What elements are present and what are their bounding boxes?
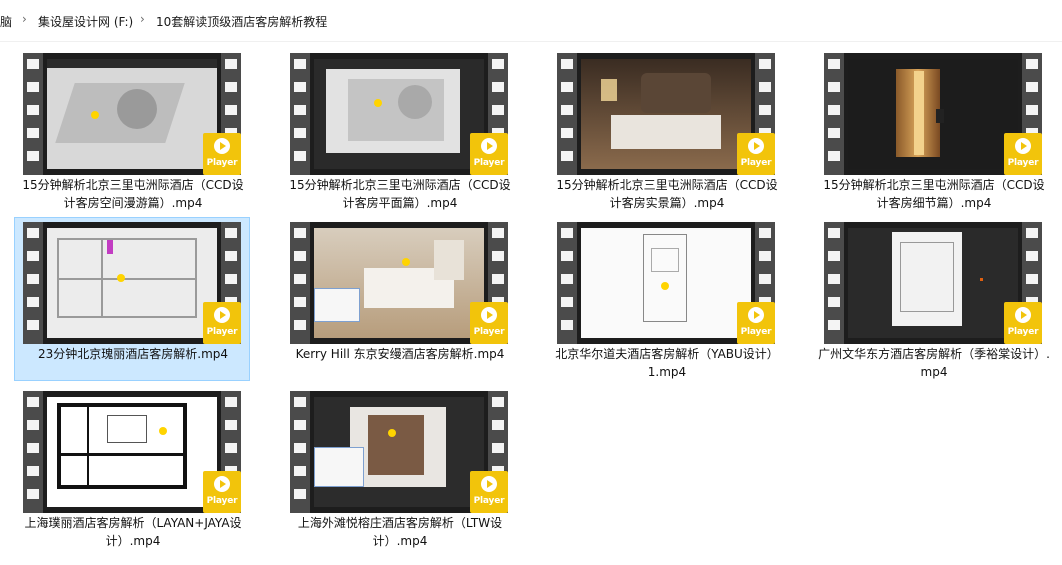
file-name: 23分钟北京瑰丽酒店客房解析.mp4 [37, 347, 229, 361]
play-icon [748, 138, 764, 154]
play-icon [1015, 138, 1031, 154]
breadcrumb-item-pc[interactable]: 脑 [0, 13, 12, 30]
play-icon [214, 307, 230, 323]
file-tile[interactable]: Player 15分钟解析北京三里屯洲际酒店（CCD设计客房实景篇）.mp4 [548, 48, 784, 212]
video-thumbnail: Player [23, 391, 241, 513]
video-thumbnail: Player [557, 222, 775, 344]
file-tile[interactable]: Player Kerry Hill 东京安缦酒店客房解析.mp4 [281, 217, 517, 381]
file-name: 北京华尔道夫酒店客房解析（YABU设计）1.mp4 [555, 347, 779, 379]
file-tile[interactable]: Player 北京华尔道夫酒店客房解析（YABU设计）1.mp4 [548, 217, 784, 381]
file-name: 上海外滩悦榕庄酒店客房解析（LTW设计）.mp4 [297, 516, 503, 548]
video-thumbnail: Player [290, 222, 508, 344]
play-icon [1015, 307, 1031, 323]
file-tile[interactable]: Player 上海璞丽酒店客房解析（LAYAN+JAYA设计）.mp4 [14, 386, 250, 550]
player-badge: Player [470, 302, 508, 344]
player-badge: Player [203, 302, 241, 344]
file-tile[interactable]: Player 广州文华东方酒店客房解析（季裕棠设计）.mp4 [815, 217, 1051, 381]
file-name: 上海璞丽酒店客房解析（LAYAN+JAYA设计）.mp4 [24, 516, 242, 548]
video-thumbnail: Player [23, 53, 241, 175]
player-badge: Player [1004, 302, 1042, 344]
player-badge: Player [203, 471, 241, 513]
play-icon [481, 476, 497, 492]
chevron-right-icon[interactable]: › [22, 12, 27, 26]
file-tile[interactable]: Player 15分钟解析北京三里屯洲际酒店（CCD设计客房空间漫游篇）.mp4 [14, 48, 250, 212]
play-icon [481, 138, 497, 154]
video-thumbnail: Player [290, 53, 508, 175]
file-tile[interactable]: Player 15分钟解析北京三里屯洲际酒店（CCD设计客房平面篇）.mp4 [281, 48, 517, 212]
player-badge: Player [470, 471, 508, 513]
play-icon [214, 138, 230, 154]
play-icon [481, 307, 497, 323]
player-badge: Player [1004, 133, 1042, 175]
player-badge: Player [470, 133, 508, 175]
video-thumbnail: Player [824, 222, 1042, 344]
file-tile[interactable]: Player 上海外滩悦榕庄酒店客房解析（LTW设计）.mp4 [281, 386, 517, 550]
play-icon [748, 307, 764, 323]
file-name: Kerry Hill 东京安缦酒店客房解析.mp4 [295, 347, 505, 361]
file-name: 15分钟解析北京三里屯洲际酒店（CCD设计客房平面篇）.mp4 [289, 178, 511, 210]
file-tile[interactable]: Player 23分钟北京瑰丽酒店客房解析.mp4 [14, 217, 250, 381]
file-grid: Player 15分钟解析北京三里屯洲际酒店（CCD设计客房空间漫游篇）.mp4… [0, 42, 1062, 565]
video-thumbnail: Player [824, 53, 1042, 175]
file-name: 15分钟解析北京三里屯洲际酒店（CCD设计客房空间漫游篇）.mp4 [22, 178, 244, 210]
video-thumbnail: Player [290, 391, 508, 513]
address-bar: 脑 › 集设屋设计网 (F:) › 10套解读顶级酒店客房解析教程 [0, 0, 1062, 42]
player-badge: Player [203, 133, 241, 175]
video-thumbnail: Player [557, 53, 775, 175]
player-badge: Player [737, 302, 775, 344]
player-badge: Player [737, 133, 775, 175]
breadcrumb-item-drive[interactable]: 集设屋设计网 (F:) [38, 13, 133, 30]
file-name: 15分钟解析北京三里屯洲际酒店（CCD设计客房实景篇）.mp4 [556, 178, 778, 210]
file-tile[interactable]: Player 15分钟解析北京三里屯洲际酒店（CCD设计客房细节篇）.mp4 [815, 48, 1051, 212]
play-icon [214, 476, 230, 492]
breadcrumb-item-folder[interactable]: 10套解读顶级酒店客房解析教程 [156, 13, 327, 30]
chevron-right-icon[interactable]: › [140, 12, 145, 26]
file-name: 15分钟解析北京三里屯洲际酒店（CCD设计客房细节篇）.mp4 [823, 178, 1045, 210]
video-thumbnail: Player [23, 222, 241, 344]
file-name: 广州文华东方酒店客房解析（季裕棠设计）.mp4 [818, 347, 1050, 379]
